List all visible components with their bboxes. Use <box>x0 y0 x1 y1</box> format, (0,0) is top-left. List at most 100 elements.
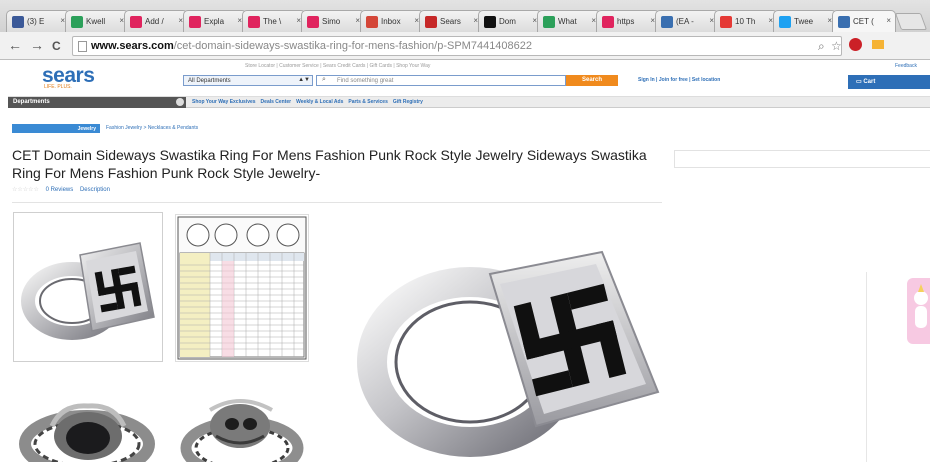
tab-label: What <box>558 17 577 26</box>
departments-label: Departments <box>13 99 50 105</box>
search-icon: ⌕ <box>322 76 326 83</box>
browser-screen: (3) E × Kwell × Add / × Expla × The \ × Simo × Inbox… <box>0 0 930 462</box>
tab-label: Twee <box>794 17 814 26</box>
browser-tab[interactable]: (3) E × <box>6 10 70 32</box>
tab-label: CET ( <box>853 17 874 26</box>
page-icon <box>78 41 87 52</box>
tab-favicon-icon <box>248 16 260 28</box>
cart-button[interactable]: ▭ Cart <box>848 75 930 89</box>
browser-toolbar: ← → C www.sears.com/cet-domain-sideways-… <box>0 32 930 60</box>
nav-links: Shop Your Way Exclusives Deals Center Week… <box>192 99 428 105</box>
unicorn-icon <box>914 284 928 328</box>
tab-label: The \ <box>263 17 282 26</box>
tab-label: Dom <box>499 17 516 26</box>
browser-tab[interactable]: Add / × <box>124 10 188 32</box>
divider <box>12 202 662 203</box>
tab-favicon-icon <box>307 16 319 28</box>
browser-tab[interactable]: https × <box>596 10 660 32</box>
department-select[interactable]: All Departments ▲▼ <box>183 75 313 86</box>
product-title: CET Domain Sideways Swastika Ring For Me… <box>12 147 647 181</box>
thumbnail-skull-ring-2[interactable] <box>176 396 310 462</box>
thumbnail-ring-front[interactable] <box>13 212 163 362</box>
zoom-icon[interactable]: ⌕ <box>818 39 825 54</box>
browser-tab[interactable]: Simo × <box>301 10 365 32</box>
tab-favicon-icon <box>720 16 732 28</box>
browser-tab[interactable]: Twee × <box>773 10 837 32</box>
search-button[interactable]: Search <box>566 75 618 86</box>
tab-favicon-icon <box>425 16 437 28</box>
browser-tab[interactable]: The \ × <box>242 10 306 32</box>
category-bar: Departments Shop Your Way Exclusives Deal… <box>8 96 930 108</box>
account-links[interactable]: Sign In | Join for free | Set location <box>638 77 720 83</box>
tab-label: https <box>617 17 635 26</box>
tab-favicon-icon <box>779 16 791 28</box>
tab-favicon-icon <box>12 16 24 28</box>
tab-label: 10 Th <box>735 17 756 26</box>
new-tab-button[interactable] <box>894 13 928 30</box>
back-icon[interactable]: ← <box>8 37 22 53</box>
nav-link[interactable]: Shop Your Way Exclusives <box>192 99 256 105</box>
browser-tab[interactable]: What × <box>537 10 601 32</box>
tab-favicon-icon <box>71 16 83 28</box>
feedback-link[interactable]: Feedback <box>895 63 917 69</box>
ad-card-pink[interactable] <box>907 278 930 344</box>
tab-favicon-icon <box>661 16 673 28</box>
thumbnail-skull-ring-1[interactable] <box>12 396 162 462</box>
size-chart-image <box>177 216 307 360</box>
rating-stars: ☆☆☆☆☆ <box>12 187 39 193</box>
forward-icon[interactable]: → <box>30 37 44 53</box>
tab-label: Expla <box>204 17 225 26</box>
utility-links[interactable]: Store Locator | Customer Service | Sears… <box>245 63 430 69</box>
tab-favicon-icon <box>543 16 555 28</box>
tab-favicon-icon <box>484 16 496 28</box>
browser-tab[interactable]: CET ( × <box>832 10 896 32</box>
tab-favicon-icon <box>366 16 378 28</box>
skull-ring-image-2 <box>180 399 304 462</box>
select-arrow-icon: ▲▼ <box>298 77 310 83</box>
browser-tab[interactable]: Sears × <box>419 10 483 32</box>
search-placeholder: Find something great <box>337 78 394 84</box>
browser-tab[interactable]: (EA - × <box>655 10 719 32</box>
tab-favicon-icon <box>130 16 142 28</box>
nav-link[interactable]: Deals Center <box>261 99 292 105</box>
sears-tagline: LIFE. PLUS. <box>44 84 72 90</box>
browser-tab[interactable]: 10 Th × <box>714 10 778 32</box>
breadcrumb[interactable]: Fashion Jewelry > Necklaces & Pendants <box>106 125 198 131</box>
browser-tab[interactable]: Expla × <box>183 10 247 32</box>
url-path: /cet-domain-sideways-swastika-ring-for-m… <box>173 40 533 52</box>
search-input[interactable]: ⌕ Find something great <box>316 75 566 86</box>
main-product-image[interactable] <box>340 212 670 462</box>
browser-tab[interactable]: Inbox × <box>360 10 424 32</box>
address-bar[interactable]: www.sears.com/cet-domain-sideways-swasti… <box>72 36 842 56</box>
browser-tab[interactable]: Kwell × <box>65 10 129 32</box>
tab-close-icon[interactable]: × <box>886 16 891 25</box>
skull-ring-image-1 <box>19 403 155 462</box>
tab-label: (3) E <box>27 17 45 26</box>
thumbnail-size-chart[interactable] <box>175 214 309 362</box>
reviews-link[interactable]: 0 Reviews <box>46 187 74 193</box>
bookmark-star-icon[interactable]: ☆ <box>831 39 841 53</box>
cart-label: Cart <box>863 79 876 85</box>
tab-favicon-icon <box>189 16 201 28</box>
nav-link[interactable]: Weekly & Local Ads <box>296 99 343 105</box>
departments-toggle-icon <box>176 98 184 106</box>
ring-main-image <box>357 250 660 457</box>
ring-thumbnail-image <box>21 242 155 340</box>
nav-link[interactable]: Parts & Services <box>348 99 387 105</box>
tab-favicon-icon <box>602 16 614 28</box>
reload-icon[interactable]: C <box>52 39 61 53</box>
tab-strip: (3) E × Kwell × Add / × Expla × The \ × Simo × Inbox… <box>0 0 930 36</box>
pinterest-icon[interactable] <box>849 38 862 51</box>
tab-favicon-icon <box>838 16 850 28</box>
tab-label: Inbox <box>381 17 401 26</box>
tab-label: Simo <box>322 17 341 26</box>
breadcrumb-current[interactable]: Jewelry <box>12 124 100 133</box>
extension-icon[interactable] <box>872 40 884 49</box>
tab-label: Add / <box>145 17 164 26</box>
tab-label: Sears <box>440 17 461 26</box>
departments-menu[interactable]: Departments <box>8 97 186 108</box>
tab-label: (EA - <box>676 17 694 26</box>
nav-link[interactable]: Gift Registry <box>393 99 423 105</box>
description-link[interactable]: Description <box>80 187 110 193</box>
browser-tab[interactable]: Dom × <box>478 10 542 32</box>
